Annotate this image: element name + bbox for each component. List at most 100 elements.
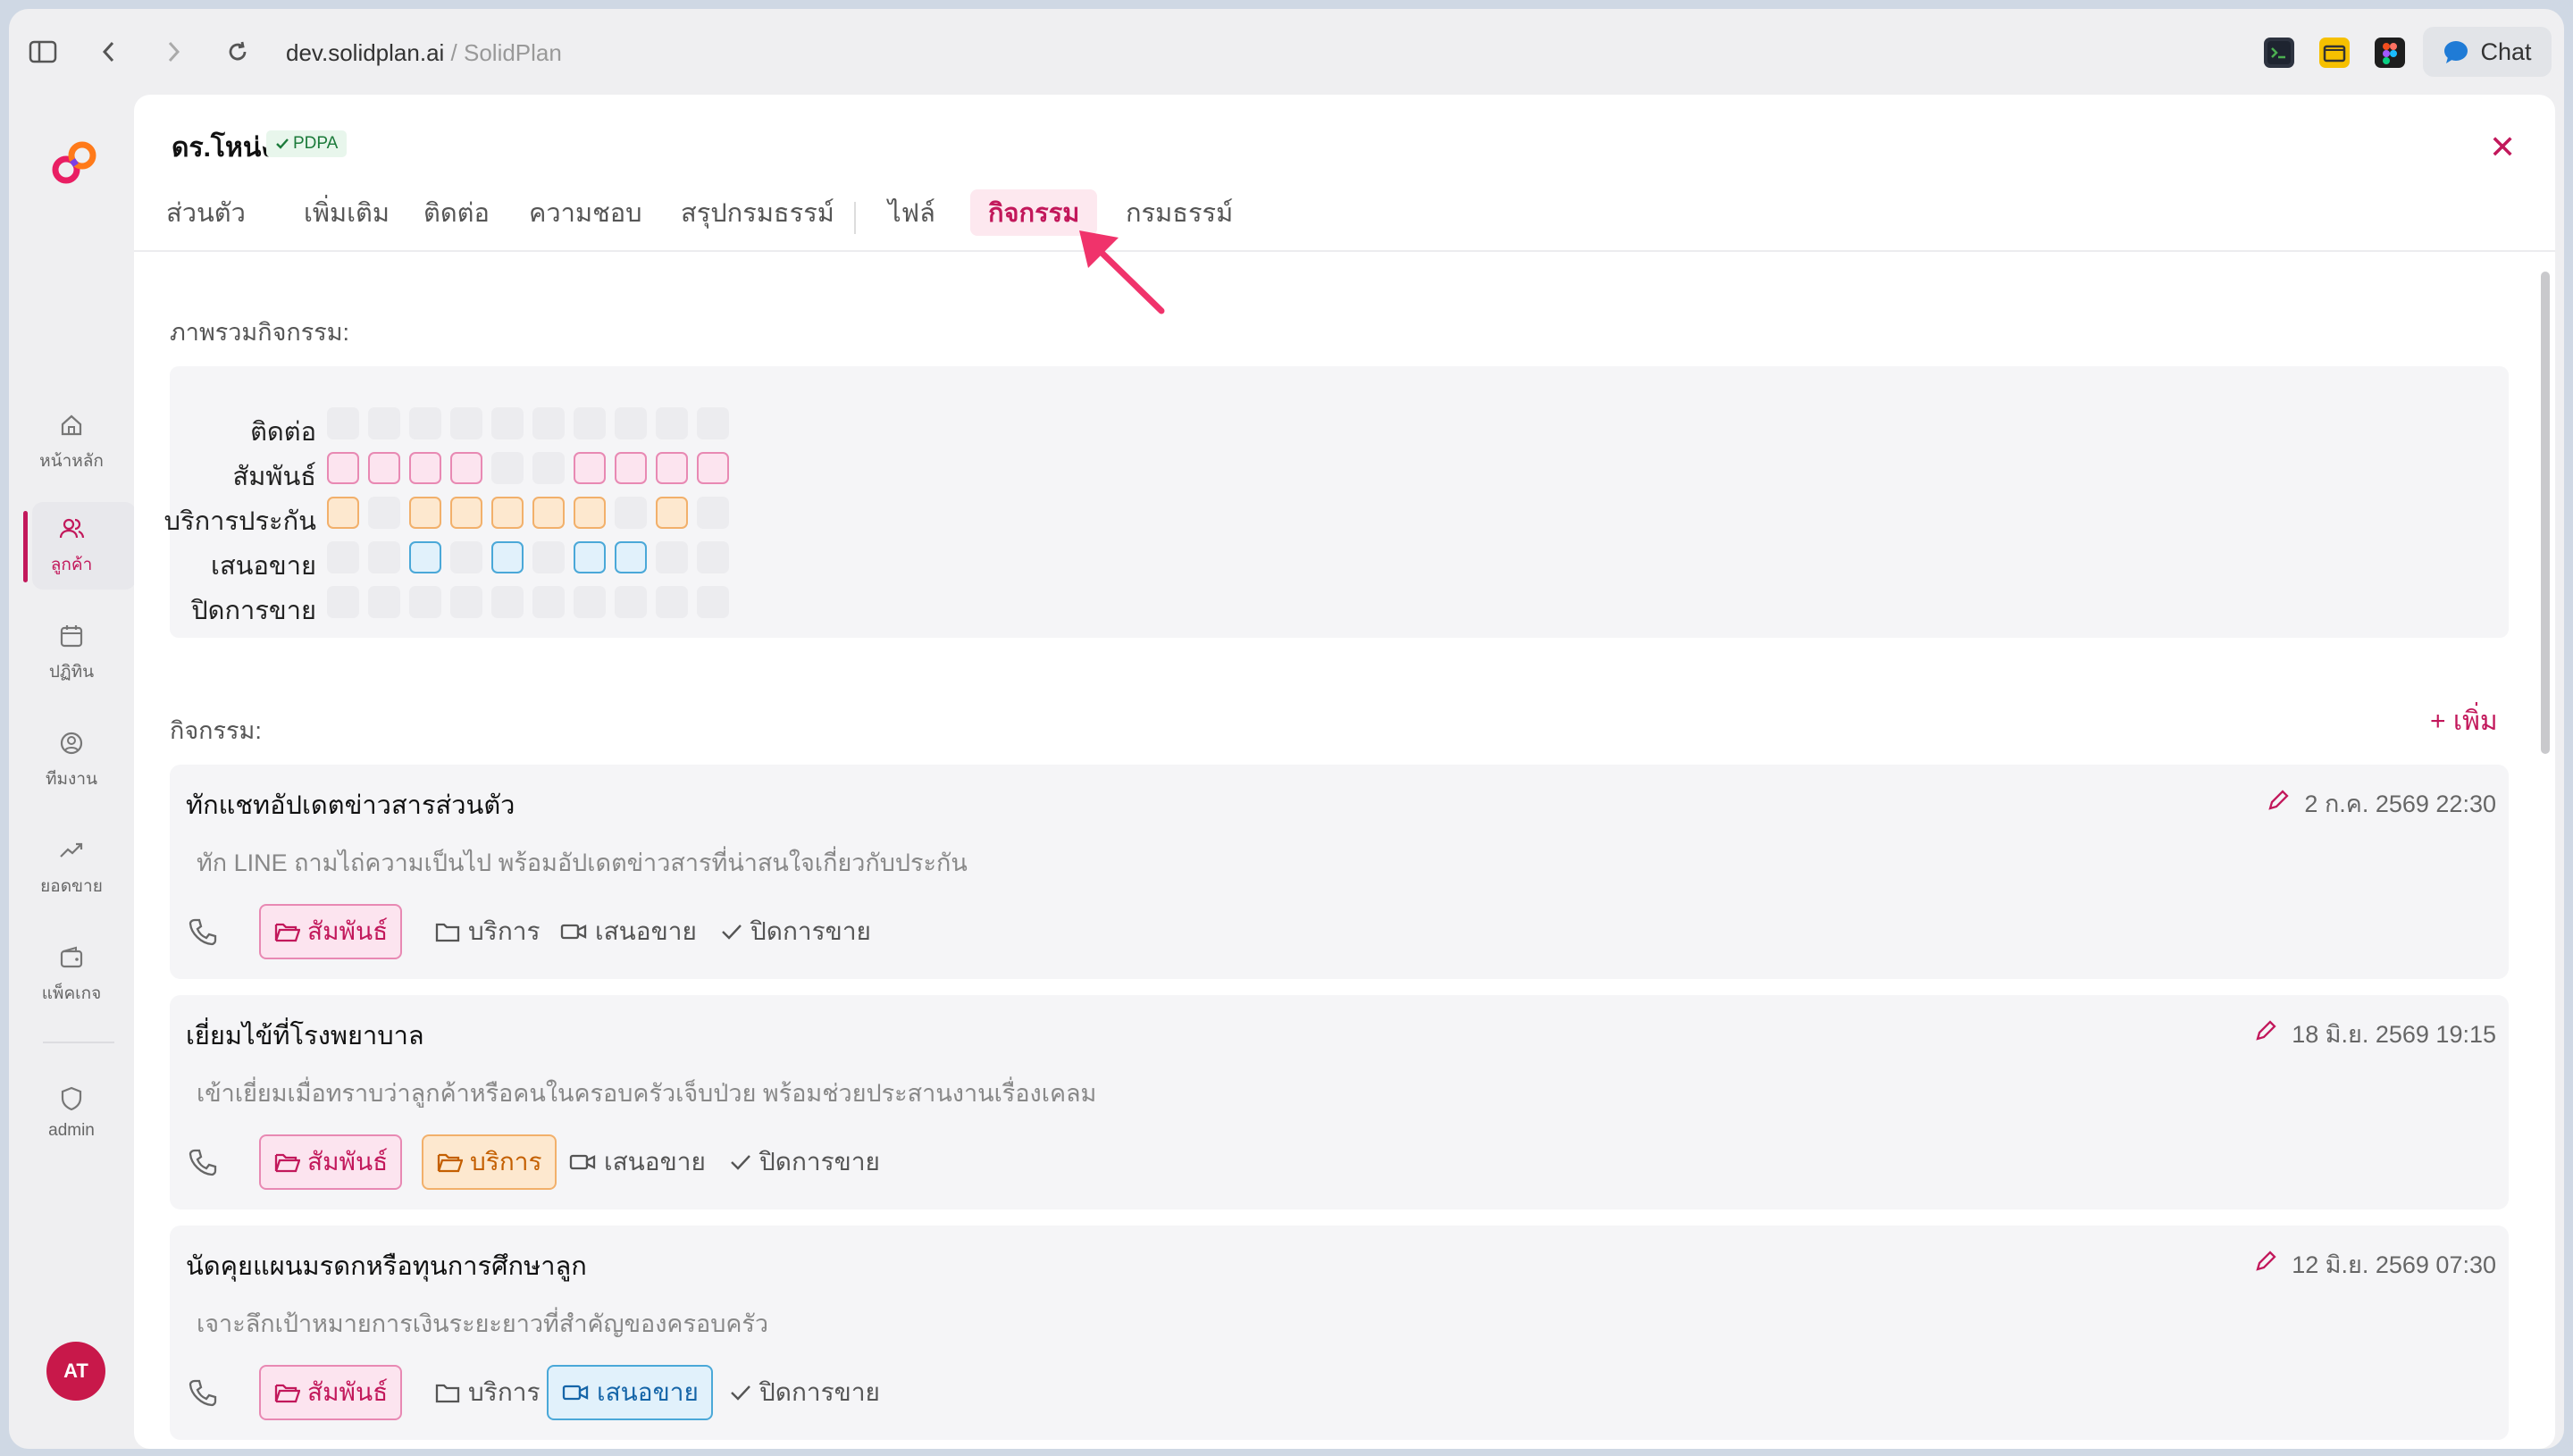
tag-chip-relation[interactable]: สัมพันธ์ (259, 1365, 403, 1420)
nav-item-home[interactable]: หน้าหลัก (9, 398, 134, 488)
heatmap-cell[interactable] (656, 541, 688, 573)
heatmap-cell[interactable] (532, 407, 565, 439)
chat-button[interactable]: Chat (2423, 27, 2552, 77)
heatmap-cell[interactable] (409, 407, 441, 439)
heatmap-cell[interactable] (368, 586, 400, 618)
heatmap-cell[interactable] (450, 497, 482, 529)
heatmap-cell[interactable] (532, 452, 565, 484)
heatmap-row-label: ปิดการขาย (191, 597, 316, 625)
heatmap-cell[interactable] (368, 497, 400, 529)
heatmap-cell[interactable] (491, 541, 524, 573)
phone-icon[interactable] (184, 904, 222, 959)
address-bar[interactable]: dev.solidplan.ai / SolidPlan (286, 39, 562, 67)
nav-item-team[interactable]: ทีมงาน (9, 716, 134, 806)
heatmap-cell[interactable] (532, 586, 565, 618)
edit-pencil-icon[interactable] (2254, 1250, 2277, 1279)
tab-files[interactable]: ไฟล์ (870, 189, 953, 236)
nav-item-calendar[interactable]: ปฏิทิน (9, 609, 134, 699)
heatmap-cell[interactable] (450, 452, 482, 484)
heatmap-cell[interactable] (697, 452, 729, 484)
tab-preferences[interactable]: ความชอบ (511, 189, 660, 236)
edit-pencil-icon[interactable] (2267, 789, 2290, 818)
nav-item-admin[interactable]: admin (9, 1068, 134, 1158)
heatmap-cell[interactable] (574, 452, 606, 484)
tag-chip-close[interactable]: ปิดการขาย (717, 1365, 893, 1420)
heatmap-cell[interactable] (409, 497, 441, 529)
nav-item-customers[interactable]: ลูกค้า (9, 502, 134, 591)
heatmap-cell[interactable] (574, 541, 606, 573)
tab-personal[interactable]: ส่วนตัว (148, 189, 264, 236)
edit-pencil-icon[interactable] (2254, 1019, 2277, 1049)
heatmap-cell[interactable] (327, 497, 359, 529)
tag-chip-close[interactable]: ปิดการขาย (717, 1134, 893, 1190)
heatmap-cell[interactable] (327, 452, 359, 484)
heatmap-cell[interactable] (327, 586, 359, 618)
heatmap-cell[interactable] (615, 497, 647, 529)
tab-policy-summary[interactable]: สรุปกรมธรรม์ (663, 189, 852, 236)
heatmap-cell[interactable] (615, 541, 647, 573)
scrollbar[interactable] (2541, 272, 2550, 754)
heatmap-cell[interactable] (327, 541, 359, 573)
forward-icon[interactable] (155, 34, 191, 70)
tag-chip-service[interactable]: บริการ (422, 904, 553, 959)
close-icon[interactable]: ✕ (2489, 129, 2516, 166)
heatmap-cell[interactable] (615, 407, 647, 439)
tab-contact[interactable]: ติดต่อ (406, 189, 507, 236)
extension-figma-icon[interactable] (2375, 38, 2405, 68)
tag-chip-service[interactable]: บริการ (422, 1134, 557, 1190)
sidebar-toggle-icon[interactable] (25, 34, 61, 70)
tag-chip-close[interactable]: ปิดการขาย (708, 904, 884, 959)
activity-date: 18 มิ.ย. 2569 19:15 (2254, 1015, 2496, 1053)
heatmap-cell[interactable] (491, 586, 524, 618)
heatmap-cell[interactable] (656, 407, 688, 439)
tag-chip-relation[interactable]: สัมพันธ์ (259, 1134, 403, 1190)
tag-chip-offer[interactable]: เสนอขาย (547, 1365, 713, 1420)
heatmap-cell[interactable] (368, 541, 400, 573)
tag-chip-label: เสนอขาย (604, 1148, 706, 1176)
tab-additional[interactable]: เพิ่มเติม (286, 189, 407, 236)
heatmap-cell[interactable] (574, 497, 606, 529)
heatmap-cell[interactable] (368, 407, 400, 439)
heatmap-cell[interactable] (574, 407, 606, 439)
heatmap-cell[interactable] (615, 586, 647, 618)
activity-card[interactable]: นัดคุยแผนมรดกหรือทุนการศึกษาลูก 12 มิ.ย. … (170, 1226, 2509, 1440)
extension-folder-icon[interactable] (2319, 38, 2350, 68)
tag-chip-offer[interactable]: เสนอขาย (556, 1134, 718, 1190)
tag-chip-relation[interactable]: สัมพันธ์ (259, 904, 403, 959)
heatmap-cell[interactable] (697, 586, 729, 618)
heatmap-cell[interactable] (450, 586, 482, 618)
heatmap-cell[interactable] (409, 541, 441, 573)
add-activity-button[interactable]: + เพิ่ม (2430, 700, 2498, 742)
reload-icon[interactable] (220, 34, 256, 70)
heatmap-cell[interactable] (697, 541, 729, 573)
heatmap-cell[interactable] (615, 452, 647, 484)
nav-item-packages[interactable]: แพ็คเกจ (9, 931, 134, 1020)
heatmap-cell[interactable] (574, 586, 606, 618)
heatmap-cell[interactable] (532, 541, 565, 573)
heatmap-cell[interactable] (656, 586, 688, 618)
nav-item-sales[interactable]: ยอดขาย (9, 824, 134, 913)
heatmap-cell[interactable] (656, 452, 688, 484)
activity-card[interactable]: ทักแชทอัปเดตข่าวสารส่วนตัว 2 ก.ค. 2569 22… (170, 765, 2509, 979)
heatmap-cell[interactable] (450, 541, 482, 573)
heatmap-cell[interactable] (532, 497, 565, 529)
phone-icon[interactable] (184, 1134, 222, 1190)
heatmap-cell[interactable] (327, 407, 359, 439)
tag-chip-service[interactable]: บริการ (422, 1365, 553, 1420)
activity-card[interactable]: เยี่ยมไข้ที่โรงพยาบาล 18 มิ.ย. 2569 19:15… (170, 995, 2509, 1209)
heatmap-cell[interactable] (491, 407, 524, 439)
extension-terminal-icon[interactable] (2264, 38, 2294, 68)
phone-icon[interactable] (184, 1365, 222, 1420)
heatmap-cell[interactable] (656, 497, 688, 529)
heatmap-cell[interactable] (491, 452, 524, 484)
user-avatar[interactable]: AT (46, 1342, 105, 1401)
heatmap-cell[interactable] (368, 452, 400, 484)
heatmap-cell[interactable] (697, 407, 729, 439)
back-icon[interactable] (91, 34, 127, 70)
heatmap-cell[interactable] (697, 497, 729, 529)
heatmap-cell[interactable] (491, 497, 524, 529)
heatmap-cell[interactable] (409, 586, 441, 618)
heatmap-cell[interactable] (450, 407, 482, 439)
tag-chip-offer[interactable]: เสนอขาย (547, 904, 709, 959)
heatmap-cell[interactable] (409, 452, 441, 484)
